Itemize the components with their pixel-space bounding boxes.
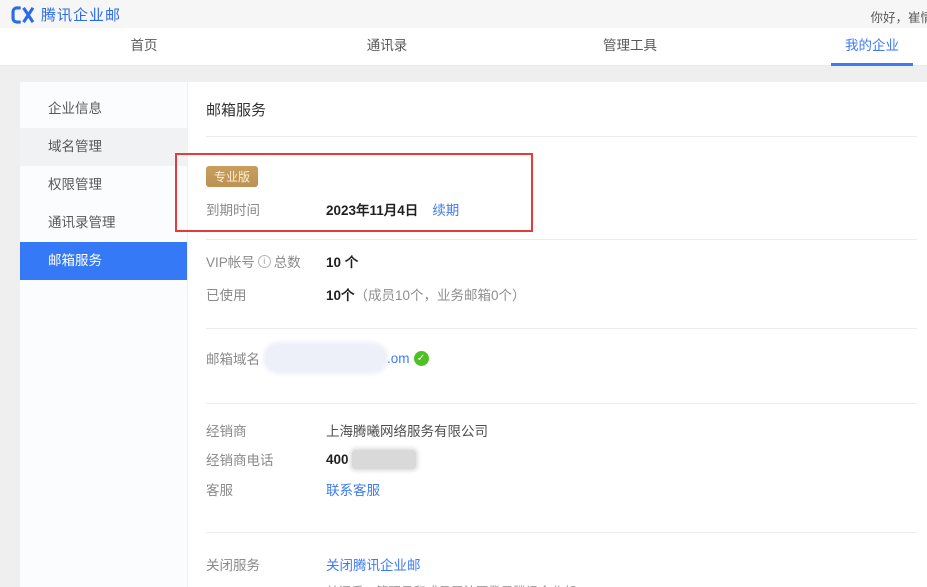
close-service-section: 关闭服务 关闭腾讯企业邮 关闭后，管理员和成员无法再登录腾讯企业邮。 [206, 554, 917, 587]
reseller-name: 上海腾曦网络服务有限公司 [326, 424, 488, 439]
tab-admin-tools[interactable]: 管理工具 [603, 28, 657, 66]
tab-home[interactable]: 首页 [131, 28, 158, 66]
sidebar-item-mail-service[interactable]: 邮箱服务 [20, 242, 187, 280]
tab-contacts[interactable]: 通讯录 [367, 28, 408, 66]
contact-service-link[interactable]: 联系客服 [326, 479, 380, 499]
user-greeting[interactable]: 你好，崔情 [870, 7, 927, 26]
vip-used-value: 10个 [326, 288, 355, 303]
renew-link[interactable]: 续期 [432, 199, 459, 219]
main-panel: 企业信息 域名管理 权限管理 通讯录管理 邮箱服务 邮箱服务 专业版 到期时间 … [20, 82, 927, 587]
sidebar-item-contacts-management[interactable]: 通讯录管理 [20, 204, 187, 242]
vip-section: VIP帐号 i 总数 10 个 已使用 10个 （成员10个，业务邮箱0个） [206, 251, 917, 329]
primary-nav: 首页 通讯录 管理工具 我的企业 [0, 28, 927, 66]
close-service-link[interactable]: 关闭腾讯企业邮 [326, 554, 421, 574]
reseller-phone-visible: 400 [326, 451, 349, 467]
brand-name: 腾讯企业邮 [41, 7, 122, 24]
expiry-date: 2023年11月4日 [326, 203, 419, 218]
vip-label-prefix: VIP帐号 [206, 255, 255, 270]
exmail-admin-page: 腾讯企业邮 你好，崔情 首页 通讯录 管理工具 我的企业 企业信息 域名管理 权… [0, 0, 927, 587]
reseller-section: 经销商 上海腾曦网络服务有限公司 经销商电话 400 客服 联系客服 [206, 420, 917, 533]
reseller-phone-label: 经销商电话 [206, 453, 274, 468]
plan-section: 专业版 到期时间 2023年11月4日 续期 [206, 137, 917, 240]
sidebar: 企业信息 域名管理 权限管理 通讯录管理 邮箱服务 [20, 82, 188, 587]
content-area: 邮箱服务 专业版 到期时间 2023年11月4日 续期 VIP帐号 i 总数 1… [189, 82, 927, 587]
vip-used-detail: （成员10个，业务邮箱0个） [354, 288, 526, 303]
vip-label-suffix: 总数 [273, 255, 301, 270]
vip-total-value: 10 个 [326, 255, 359, 270]
expiry-label: 到期时间 [206, 203, 260, 218]
info-icon[interactable]: i [257, 254, 271, 268]
brand-logo[interactable]: 腾讯企业邮 [11, 4, 121, 25]
sidebar-item-permission-management[interactable]: 权限管理 [20, 166, 187, 204]
domain-section: 邮箱域名 .om ✓ [206, 345, 917, 404]
vip-used-label: 已使用 [206, 288, 247, 303]
exmail-logo-icon [11, 5, 35, 25]
sidebar-item-company-info[interactable]: 企业信息 [20, 90, 187, 128]
verified-check-icon: ✓ [413, 350, 429, 366]
topbar: 腾讯企业邮 你好，崔情 [0, 0, 927, 28]
sidebar-item-domain-management[interactable]: 域名管理 [20, 128, 187, 166]
phone-redaction-blur [351, 449, 416, 469]
customer-service-label: 客服 [206, 483, 233, 498]
close-service-note: 关闭后，管理员和成员无法再登录腾讯企业邮。 [326, 581, 917, 587]
plan-badge: 专业版 [206, 166, 259, 187]
page-title: 邮箱服务 [206, 82, 917, 137]
domain-redaction-blur [266, 345, 385, 371]
tab-my-company[interactable]: 我的企业 [845, 28, 899, 66]
domain-suffix: .om [387, 350, 410, 366]
reseller-label: 经销商 [206, 424, 247, 439]
vip-total-label: VIP帐号 i 总数 [206, 251, 326, 271]
close-service-label: 关闭服务 [206, 558, 260, 573]
